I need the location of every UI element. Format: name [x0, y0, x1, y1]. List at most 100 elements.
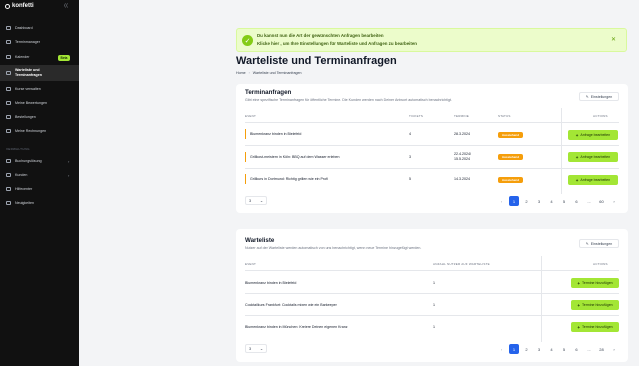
- add-dates-button[interactable]: + Termine hinzufügen: [571, 300, 619, 310]
- breadcrumb-home[interactable]: Home: [236, 71, 246, 75]
- page-button[interactable]: 3: [534, 196, 544, 206]
- requests-card: Terminanfragen Gibt eine spezifische Ter…: [236, 84, 628, 213]
- info-alert: ✓ Du kannst nun die Art der gewünschten …: [236, 28, 627, 52]
- orders-icon: [6, 115, 11, 119]
- column-header-status: STATUS: [498, 114, 511, 118]
- page-button[interactable]: 2: [522, 344, 532, 354]
- requests-settings-button[interactable]: ✎ Einstellungen: [579, 92, 619, 101]
- settings-icon: ✎: [585, 241, 589, 246]
- header-divider: [245, 270, 619, 271]
- sidebar-item-rechnungen[interactable]: Meine Rechnungen: [0, 125, 79, 137]
- page-title: Warteliste und Terminanfragen: [236, 55, 397, 67]
- list-item-event: Blumenkranz binden in Bielefeld: [245, 281, 297, 285]
- table-row-tickets: 3: [409, 155, 411, 159]
- breadcrumb: Home › Warteliste und Terminanfragen: [236, 71, 302, 75]
- page-button[interactable]: 28: [597, 344, 607, 354]
- logo-icon: [5, 3, 10, 9]
- prev-page-icon[interactable]: ‹: [497, 196, 507, 206]
- per-page-select[interactable]: 3 ⌄: [245, 196, 267, 205]
- per-page-select[interactable]: 3 ⌄: [245, 344, 267, 353]
- sidebar-item-dashboard[interactable]: Dashboard: [0, 22, 79, 34]
- next-page-icon[interactable]: ›: [609, 344, 619, 354]
- courses-icon: [6, 87, 11, 91]
- close-icon[interactable]: ✕: [611, 36, 616, 43]
- page-button[interactable]: 4: [547, 344, 557, 354]
- table-row-event: Grillkost-meistern in Köln: BBQ auf dem …: [250, 155, 340, 159]
- edit-request-button[interactable]: + Anfrage bearbeiten: [568, 175, 618, 185]
- edit-request-button[interactable]: + Anfrage bearbeiten: [568, 152, 618, 162]
- status-badge: Ausstehend: [498, 154, 523, 160]
- waitlist-subtitle: Nutzer auf der Warteliste werden automat…: [245, 246, 422, 250]
- dashboard-icon: [6, 26, 11, 30]
- requests-title: Terminanfragen: [245, 89, 292, 96]
- list-item-count: 1: [433, 325, 435, 329]
- list-item-count: 1: [433, 281, 435, 285]
- sidebar-item-kurse[interactable]: Kurse verwalten: [0, 83, 79, 95]
- sidebar-item-hilfecenter[interactable]: Hilfecenter: [0, 183, 79, 195]
- sidebar-item-warteliste[interactable]: Warteliste und Terminanfragen: [0, 65, 79, 81]
- pending-indicator: [245, 174, 247, 184]
- column-divider: [561, 108, 562, 194]
- plus-icon: +: [577, 280, 581, 286]
- brand-name: konfetti: [12, 3, 34, 9]
- page-button[interactable]: 3: [534, 344, 544, 354]
- sidebar-item-neuigkeiten[interactable]: Neuigkeiten: [0, 197, 79, 209]
- breadcrumb-separator: ›: [248, 71, 250, 75]
- sidebar-item-terminmanager[interactable]: Terminmanager: [0, 36, 79, 48]
- invoice-icon: [6, 129, 11, 133]
- status-badge: Ausstehend: [498, 177, 523, 183]
- users-icon: [6, 173, 11, 177]
- column-header-termine: TERMINE: [454, 114, 469, 118]
- header-divider: [245, 122, 619, 123]
- prev-page-icon[interactable]: ‹: [497, 344, 507, 354]
- row-divider: [245, 293, 619, 294]
- page-ellipsis: ...: [587, 198, 591, 204]
- brand-logo[interactable]: konfetti: [5, 3, 34, 9]
- help-icon: [6, 187, 11, 191]
- row-divider: [245, 145, 619, 146]
- table-row-date: 28.3.2024: [454, 132, 470, 136]
- table-row-event: Blumenkranz binden in Bielefeld: [250, 132, 302, 136]
- chevron-down-icon: ⌄: [259, 347, 263, 351]
- plus-icon: +: [575, 132, 579, 138]
- page-ellipsis: ...: [587, 346, 591, 352]
- add-dates-button[interactable]: + Termine hinzufügen: [571, 278, 619, 288]
- calendar-icon: [6, 55, 11, 59]
- requests-subtitle: Gibt eine spezifische Terminanfragen für…: [245, 98, 452, 102]
- page-button[interactable]: 1: [509, 196, 519, 206]
- list-icon: [6, 71, 11, 75]
- chevron-right-icon: ›: [68, 173, 70, 178]
- add-dates-button[interactable]: + Termine hinzufügen: [571, 322, 619, 332]
- edit-request-button[interactable]: + Anfrage bearbeiten: [568, 130, 618, 140]
- page-button[interactable]: 5: [559, 344, 569, 354]
- page-button[interactable]: 4: [547, 196, 557, 206]
- list-item-event: Blumenkranz binden in München: Kreiere D…: [245, 325, 348, 329]
- alert-line-1: Du kannst nun die Art der gewünschten An…: [257, 33, 384, 38]
- row-divider: [245, 168, 619, 169]
- column-header-event: EVENT: [245, 114, 257, 118]
- sidebar-item-bewertungen[interactable]: Meine Bewertungen: [0, 97, 79, 109]
- page-button[interactable]: 6: [572, 196, 582, 206]
- page-button[interactable]: 1: [509, 344, 519, 354]
- page-button[interactable]: 5: [559, 196, 569, 206]
- sidebar-item-bestellungen[interactable]: Bestellungen: [0, 111, 79, 123]
- column-header-actions: ACTIONS: [593, 262, 608, 266]
- table-row-event: Grillkurs in Dortmund: Richtig grillen w…: [250, 177, 328, 181]
- collapse-sidebar-icon[interactable]: ⟨⟨: [64, 3, 68, 9]
- next-page-icon[interactable]: ›: [609, 196, 619, 206]
- page-button[interactable]: 60: [597, 196, 607, 206]
- waitlist-card: Warteliste Nutzer auf der Warteliste wer…: [236, 229, 628, 362]
- news-icon: [6, 201, 11, 205]
- beta-badge: Beta: [58, 55, 70, 61]
- column-header-tickets: TICKETS: [409, 114, 424, 118]
- list-item-event: Cocktailkurs Frankfurt: Cocktails mixen …: [245, 303, 337, 307]
- chevron-down-icon: ⌄: [259, 199, 263, 203]
- page-button[interactable]: 2: [522, 196, 532, 206]
- waitlist-settings-button[interactable]: ✎ Einstellungen: [579, 239, 619, 248]
- table-row-tickets: 5: [409, 177, 411, 181]
- alert-line-2[interactable]: Klicke hier , um Ihre Einstellungen für …: [257, 41, 417, 46]
- calendar-list-icon: [6, 40, 11, 44]
- page-button[interactable]: 6: [572, 344, 582, 354]
- breadcrumb-current: Warteliste und Terminanfragen: [252, 71, 302, 75]
- status-badge: Ausstehend: [498, 132, 523, 138]
